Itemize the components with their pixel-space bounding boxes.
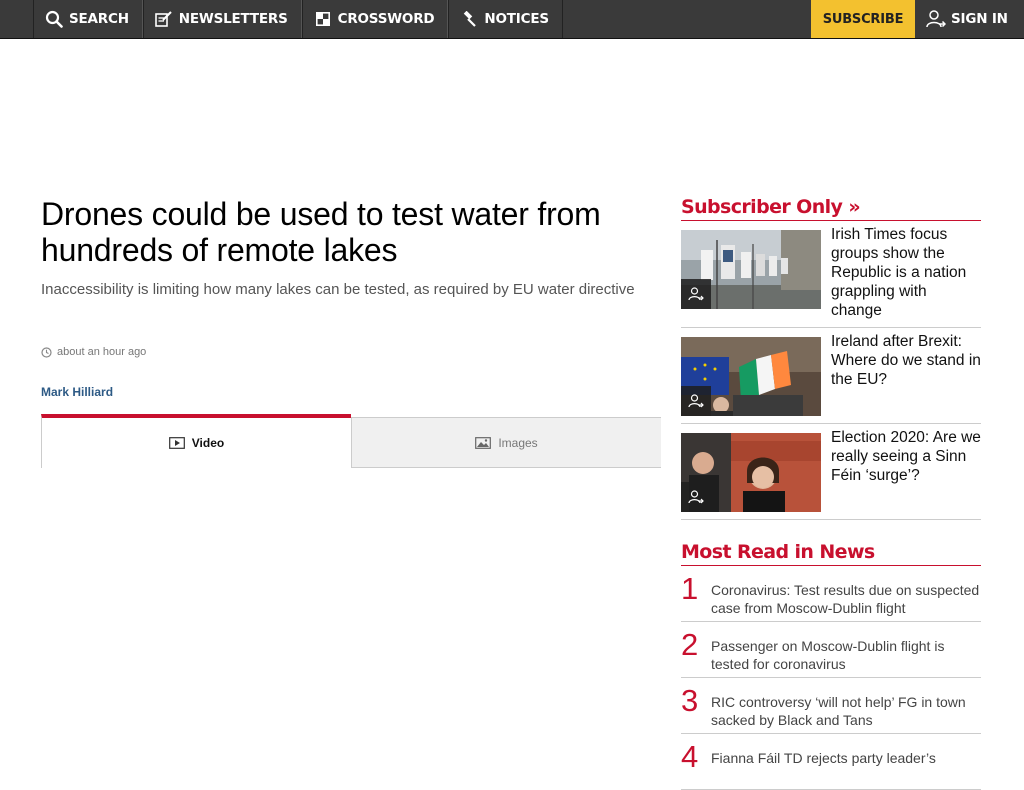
subscriber-only-panel: Subscriber Only » Irish Times focus grou… bbox=[681, 190, 981, 520]
images-icon bbox=[475, 436, 492, 449]
subscriber-badge-icon bbox=[681, 386, 711, 416]
most-read-rank: 2 bbox=[681, 627, 699, 662]
most-read-title[interactable]: Fianna Fáil TD rejects party leader’s bbox=[711, 749, 936, 789]
most-read-panel: Most Read in News 1 Coronavirus: Test re… bbox=[681, 535, 981, 790]
subscriber-item-thumbnail[interactable] bbox=[681, 433, 821, 512]
subscriber-badge-icon bbox=[681, 279, 711, 309]
tab-images-label: Images bbox=[498, 435, 538, 450]
top-navigation-bar: SEARCH NEWSLETTERS CROSSWORD NOTICES SUB… bbox=[0, 0, 1024, 39]
most-read-title[interactable]: Coronavirus: Test results due on suspect… bbox=[711, 581, 981, 621]
subscriber-only-heading[interactable]: Subscriber Only » bbox=[681, 190, 981, 221]
nav-notices[interactable]: NOTICES bbox=[448, 0, 563, 38]
subscriber-item-thumbnail[interactable] bbox=[681, 337, 821, 416]
nav-crossword[interactable]: CROSSWORD bbox=[301, 0, 449, 38]
tab-video-label: Video bbox=[191, 436, 225, 450]
primary-nav: SEARCH NEWSLETTERS CROSSWORD NOTICES bbox=[33, 0, 563, 38]
article-header: Drones could be used to test water from … bbox=[41, 196, 661, 399]
subscriber-item[interactable]: Election 2020: Are we really seeing a Si… bbox=[681, 424, 981, 520]
timestamp-text: about an hour ago bbox=[57, 346, 147, 358]
article-headline: Drones could be used to test water from … bbox=[41, 196, 601, 268]
subscribe-label: SUBSCRIBE bbox=[822, 11, 904, 27]
sign-in-label: SIGN IN bbox=[951, 11, 1008, 27]
crossword-icon bbox=[314, 10, 332, 28]
subscribe-button[interactable]: SUBSCRIBE bbox=[811, 0, 915, 38]
newsletter-icon bbox=[155, 10, 173, 28]
most-read-item[interactable]: 4 Fianna Fáil TD rejects party leader’s bbox=[681, 734, 981, 790]
most-read-rank: 4 bbox=[681, 739, 699, 774]
nav-newsletters-label: NEWSLETTERS bbox=[178, 11, 288, 27]
sign-in-button[interactable]: SIGN IN bbox=[916, 0, 1024, 38]
subscriber-item[interactable]: Ireland after Brexit: Where do we stand … bbox=[681, 328, 981, 424]
nav-search-label: SEARCH bbox=[69, 11, 129, 27]
subscriber-badge-icon bbox=[681, 482, 711, 512]
nav-search[interactable]: SEARCH bbox=[33, 0, 143, 38]
subscriber-item-title[interactable]: Election 2020: Are we really seeing a Si… bbox=[831, 428, 981, 512]
subscriber-item-title[interactable]: Irish Times focus groups show the Republ… bbox=[831, 225, 981, 320]
video-icon bbox=[168, 437, 185, 449]
most-read-title[interactable]: Passenger on Moscow-Dublin flight is tes… bbox=[711, 637, 981, 677]
article-timestamp: about an hour ago bbox=[41, 346, 146, 358]
subscriber-item-thumbnail[interactable] bbox=[681, 230, 821, 309]
search-icon bbox=[45, 10, 63, 28]
author-link[interactable]: Mark Hilliard bbox=[41, 385, 113, 399]
most-read-item[interactable]: 3 RIC controversy ‘will not help’ FG in … bbox=[681, 678, 981, 734]
media-tabs: Video Images bbox=[41, 414, 661, 468]
tab-images[interactable]: Images bbox=[351, 417, 661, 468]
most-read-item[interactable]: 2 Passenger on Moscow-Dublin flight is t… bbox=[681, 622, 981, 678]
most-read-heading[interactable]: Most Read in News bbox=[681, 535, 981, 566]
most-read-title[interactable]: RIC controversy ‘will not help’ FG in to… bbox=[711, 693, 981, 733]
most-read-rank: 3 bbox=[681, 683, 699, 718]
nav-crossword-label: CROSSWORD bbox=[337, 11, 435, 27]
subscriber-item-title[interactable]: Ireland after Brexit: Where do we stand … bbox=[831, 332, 981, 416]
nav-newsletters[interactable]: NEWSLETTERS bbox=[142, 0, 302, 38]
article-standfirst: Inaccessibility is limiting how many lak… bbox=[41, 281, 635, 298]
most-read-rank: 1 bbox=[681, 571, 699, 606]
most-read-item[interactable]: 1 Coronavirus: Test results due on suspe… bbox=[681, 566, 981, 622]
user-icon bbox=[926, 9, 947, 29]
clock-icon bbox=[41, 346, 52, 358]
subscriber-item[interactable]: Irish Times focus groups show the Republ… bbox=[681, 221, 981, 328]
nav-notices-label: NOTICES bbox=[484, 11, 549, 27]
tab-video[interactable]: Video bbox=[41, 414, 351, 468]
gavel-icon bbox=[460, 10, 478, 28]
